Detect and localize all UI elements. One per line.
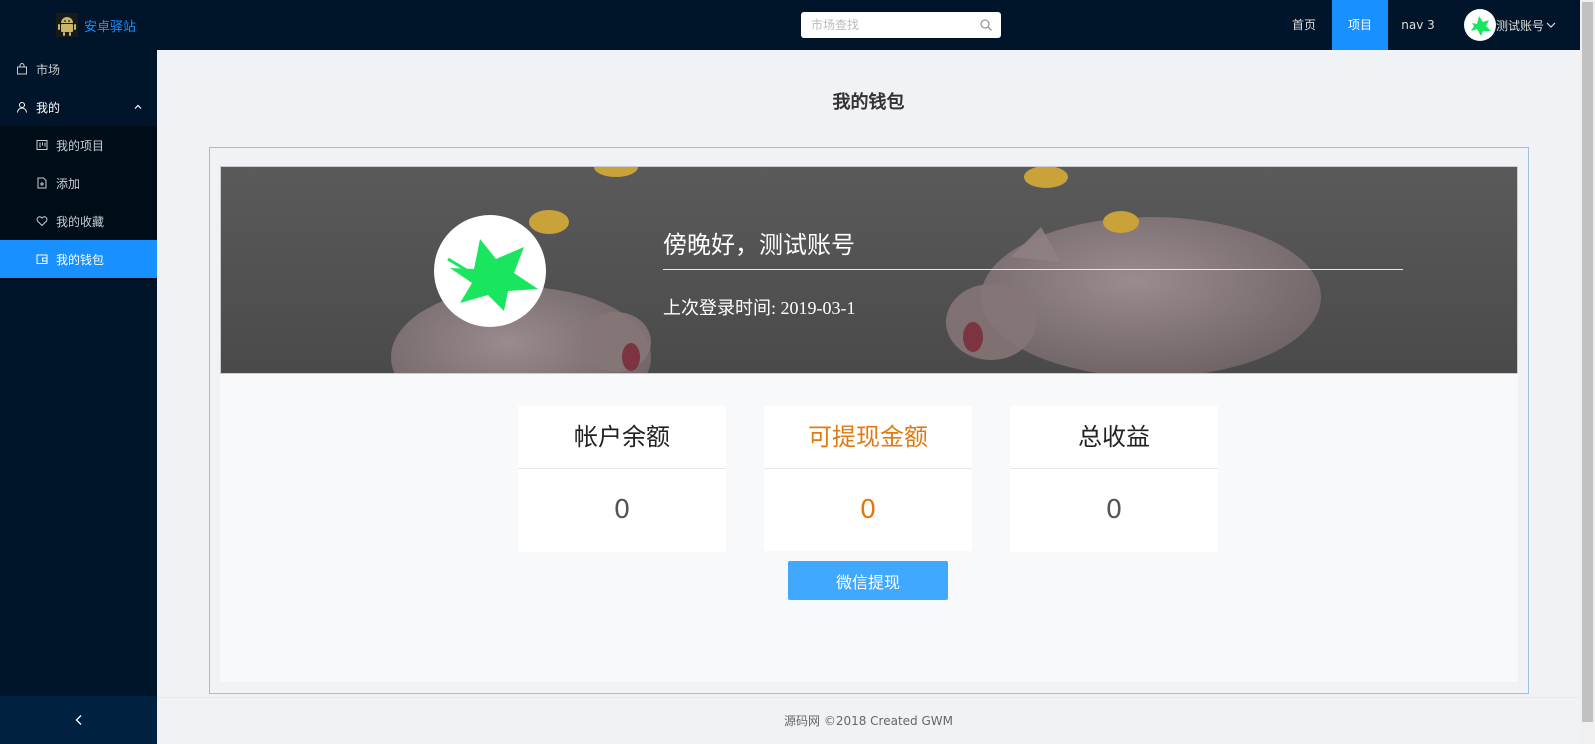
profile-avatar	[434, 215, 546, 327]
user-icon	[17, 102, 27, 113]
nav-project[interactable]: 项目	[1332, 0, 1388, 50]
project-icon	[36, 140, 48, 150]
balance-label: 帐户余额	[518, 406, 726, 469]
sidebar-item-label: 我的	[36, 100, 61, 115]
search-input[interactable]	[801, 12, 971, 38]
user-menu[interactable]: 测试账号	[1464, 9, 1556, 41]
leaf-avatar-icon	[1471, 16, 1491, 36]
nav-3[interactable]: nav 3	[1392, 0, 1444, 50]
brand-name: 安卓驿站	[84, 19, 137, 35]
greeting-banner: 傍晚好，测试账号 上次登录时间: 2019-03-1	[220, 166, 1518, 374]
withdrawable-value: 0	[764, 469, 972, 551]
sidebar-item-market[interactable]: 市场	[0, 50, 157, 88]
sidebar-item-wallet[interactable]: 我的钱包	[0, 240, 157, 278]
greeting-text: 傍晚好，测试账号	[663, 231, 855, 259]
sidebar: 市场 我的 我的项目 添加 我的收藏 我的钱包	[0, 50, 157, 744]
footer: 源码网 ©2018 Created GWM	[157, 697, 1580, 744]
page-scrollbar[interactable]	[1580, 0, 1595, 744]
page-title: 我的钱包	[832, 92, 905, 113]
scrollbar-thumb[interactable]	[1582, 2, 1593, 722]
wallet-panel: 傍晚好，测试账号 上次登录时间: 2019-03-1 帐户余额 0 可提现金额 …	[220, 166, 1518, 682]
shop-icon	[17, 63, 27, 75]
wallet-icon	[36, 254, 48, 264]
chevron-down-icon	[1546, 22, 1556, 28]
total-income-card: 总收益 0	[1010, 406, 1218, 552]
search-box[interactable]	[801, 12, 1001, 38]
logo[interactable]: 安卓驿站	[56, 13, 136, 37]
chevron-left-icon	[75, 715, 81, 725]
chevron-up-icon	[134, 104, 142, 109]
sidebar-item-add[interactable]: 添加	[0, 164, 157, 202]
top-header: 安卓驿站 首页 项目 nav 3 测试账号	[0, 0, 1580, 50]
user-name: 测试账号	[1496, 18, 1545, 33]
heart-icon	[36, 216, 48, 227]
balance-value: 0	[613, 495, 631, 525]
withdrawable-label: 可提现金额	[764, 406, 972, 469]
avatar	[1464, 9, 1496, 41]
total-income-value: 0	[1105, 495, 1123, 525]
sidebar-collapse-button[interactable]	[0, 696, 157, 744]
nav-home[interactable]: 首页	[1280, 0, 1328, 50]
leaf-avatar-icon	[447, 239, 538, 311]
file-add-icon	[37, 177, 47, 189]
sidebar-item-mine[interactable]: 我的	[0, 88, 157, 126]
sidebar-item-label: 添加	[56, 176, 81, 191]
sidebar-item-label: 我的项目	[56, 138, 105, 153]
android-logo-icon	[56, 13, 78, 37]
wechat-withdraw-button[interactable]: 微信提现	[788, 561, 948, 600]
sidebar-item-favorites[interactable]: 我的收藏	[0, 202, 157, 240]
wallet-card: 傍晚好，测试账号 上次登录时间: 2019-03-1 帐户余额 0 可提现金额 …	[209, 147, 1529, 694]
sidebar-item-label: 我的钱包	[56, 252, 105, 267]
piggy-bank-background-image	[221, 167, 1517, 373]
divider	[663, 269, 1403, 270]
search-icon[interactable]	[979, 18, 993, 32]
total-income-label: 总收益	[1010, 406, 1218, 469]
sidebar-item-label: 我的收藏	[56, 214, 105, 229]
sidebar-item-label: 市场	[36, 62, 61, 77]
last-login-time: 上次登录时间: 2019-03-1	[663, 298, 856, 318]
balance-card: 帐户余额 0	[518, 406, 726, 552]
sidebar-item-my-projects[interactable]: 我的项目	[0, 126, 157, 164]
main-content: 我的钱包 傍晚好，测试账号 上次登录时间: 2019-03-1 帐户余额 0 可…	[157, 50, 1580, 744]
